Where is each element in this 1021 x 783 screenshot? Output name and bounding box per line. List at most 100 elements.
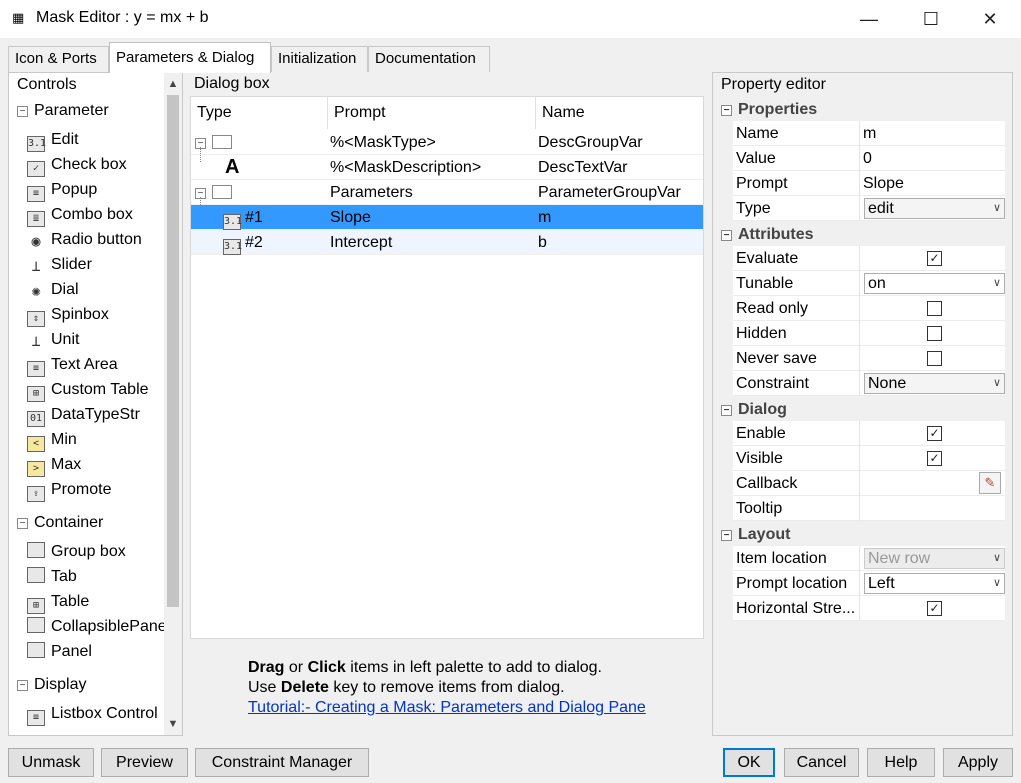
control-check-box[interactable]: ✓ Check box <box>27 154 127 177</box>
collapse-icon[interactable]: − <box>17 518 28 529</box>
table-icon: ⊞ <box>27 386 45 402</box>
listbox-icon: ≡ <box>27 710 45 726</box>
tab-initialization[interactable]: Initialization <box>271 46 368 72</box>
column-header-prompt[interactable]: Prompt <box>328 97 536 129</box>
collapse-icon[interactable]: − <box>721 105 732 116</box>
read-only-checkbox[interactable] <box>927 301 942 316</box>
prop-label: Hidden <box>736 321 860 346</box>
type-select[interactable]: edit ∨ <box>864 198 1005 219</box>
hidden-checkbox[interactable] <box>927 326 942 341</box>
item-location-select-cell: New row ∨ <box>863 546 1005 571</box>
preview-button[interactable]: Preview <box>101 748 188 777</box>
group-dialog[interactable]: − Dialog <box>721 399 787 421</box>
maximize-button[interactable]: ☐ <box>908 0 954 38</box>
collapsible-panel-icon <box>27 617 45 633</box>
group-layout[interactable]: − Layout <box>721 524 790 546</box>
control-panel[interactable]: Panel <box>27 641 92 663</box>
control-custom-table[interactable]: ⊞ Custom Table <box>27 379 149 402</box>
control-label: Slider <box>51 256 92 273</box>
scrollbar-thumb[interactable] <box>167 95 179 607</box>
close-button[interactable]: ✕ <box>967 0 1013 38</box>
control-edit[interactable]: 3.1 Edit <box>27 129 79 152</box>
control-text-area[interactable]: ≡ Text Area <box>27 354 118 377</box>
help-button[interactable]: Help <box>867 748 935 777</box>
visible-checkbox[interactable]: ✓ <box>927 451 942 466</box>
minimize-button[interactable]: — <box>846 0 892 38</box>
prompt-location-select[interactable]: Left ∨ <box>864 573 1005 594</box>
pencil-icon[interactable]: ✎ <box>979 472 1001 494</box>
tooltip-field[interactable] <box>863 496 1003 521</box>
control-slider[interactable]: ⊥ Slider <box>27 254 92 276</box>
control-promote[interactable]: ⇪ Promote <box>27 479 111 502</box>
table-row[interactable]: A %<MaskDescription> DescTextVar <box>191 155 703 180</box>
section-container[interactable]: − Container <box>17 512 103 534</box>
prop-item-location-row: Item location New row ∨ <box>733 546 1005 571</box>
control-collapsible-panel[interactable]: CollapsiblePanel <box>27 616 165 638</box>
control-popup[interactable]: ≡ Popup <box>27 179 97 202</box>
control-datatypestr[interactable]: 01 DataTypeStr <box>27 404 140 427</box>
control-spinbox[interactable]: ⇕ Spinbox <box>27 304 109 327</box>
table-row[interactable]: − %<MaskType> DescGroupVar <box>191 130 703 155</box>
controls-scrollbar[interactable]: ▲ ▼ <box>164 73 182 735</box>
control-max[interactable]: > Max <box>27 454 81 477</box>
constraint-select[interactable]: None ∨ <box>864 373 1005 394</box>
control-min[interactable]: < Min <box>27 429 77 452</box>
control-label: Unit <box>51 331 80 348</box>
control-combo-box[interactable]: ≣ Combo box <box>27 204 133 227</box>
value-field[interactable]: 0 <box>863 146 1003 171</box>
constraint-manager-button[interactable]: Constraint Manager <box>195 748 369 777</box>
tab-parameters-dialog[interactable]: Parameters & Dialog <box>109 42 271 73</box>
tunable-select-cell: on ∨ <box>863 271 1005 296</box>
scroll-down-icon[interactable]: ▼ <box>164 715 182 733</box>
table-row-selected[interactable]: 3.1 #1 Slope m <box>191 205 703 230</box>
enable-checkbox[interactable]: ✓ <box>927 426 942 441</box>
cancel-button[interactable]: Cancel <box>784 748 859 777</box>
collapse-icon[interactable]: − <box>17 106 28 117</box>
apply-button[interactable]: Apply <box>943 748 1013 777</box>
collapse-icon[interactable]: − <box>721 405 732 416</box>
group-attributes[interactable]: − Attributes <box>721 224 814 246</box>
group-properties[interactable]: − Properties <box>721 99 817 121</box>
name-cell: DescTextVar <box>538 159 628 176</box>
table-row[interactable]: 3.1 #2 Intercept b <box>191 230 703 255</box>
prop-evaluate-row: Evaluate ✓ <box>733 246 1005 271</box>
tab-documentation[interactable]: Documentation <box>368 46 490 72</box>
control-listbox[interactable]: ≡ Listbox Control <box>27 703 158 726</box>
control-group-box[interactable]: Group box <box>27 541 126 563</box>
control-label: Dial <box>51 281 79 298</box>
control-dial[interactable]: ✺ Dial <box>27 279 79 301</box>
section-parameter[interactable]: − Parameter <box>17 100 109 122</box>
callback-field[interactable]: ✎ <box>863 471 1003 496</box>
section-display[interactable]: − Display <box>17 674 86 696</box>
unmask-button[interactable]: Unmask <box>8 748 94 777</box>
collapse-icon[interactable]: − <box>721 230 732 241</box>
horizontal-stretch-checkbox[interactable]: ✓ <box>927 601 942 616</box>
section-label: Parameter <box>34 102 109 119</box>
prompt-field[interactable]: Slope <box>863 171 1003 196</box>
column-header-name[interactable]: Name <box>536 97 703 129</box>
help-text: Drag or Click items in left palette to a… <box>248 658 646 718</box>
name-field[interactable]: m <box>863 121 1003 146</box>
ok-button[interactable]: OK <box>723 748 775 777</box>
control-table[interactable]: ⊞ Table <box>27 591 89 614</box>
item-location-select: New row ∨ <box>864 548 1005 569</box>
group-label: Attributes <box>738 226 814 243</box>
help-line1: items in left palette to add to dialog. <box>345 659 602 676</box>
control-radio-button[interactable]: ◉ Radio button <box>27 229 141 251</box>
group-box-icon <box>27 542 45 558</box>
control-tab[interactable]: Tab <box>27 566 77 588</box>
tutorial-link[interactable]: Tutorial:- Creating a Mask: Parameters a… <box>248 699 646 716</box>
evaluate-checkbox[interactable]: ✓ <box>927 251 942 266</box>
tunable-select[interactable]: on ∨ <box>864 273 1005 294</box>
collapse-icon[interactable]: − <box>17 680 28 691</box>
tab-icon-ports[interactable]: Icon & Ports <box>8 46 109 72</box>
control-unit[interactable]: ⊥ Unit <box>27 329 79 351</box>
never-save-checkbox[interactable] <box>927 351 942 366</box>
prop-label: Tooltip <box>736 496 860 521</box>
scroll-up-icon[interactable]: ▲ <box>164 75 182 93</box>
prompt-cell: %<MaskDescription> <box>330 159 482 176</box>
group-label: Dialog <box>738 401 787 418</box>
collapse-icon[interactable]: − <box>721 530 732 541</box>
table-row[interactable]: − Parameters ParameterGroupVar <box>191 180 703 205</box>
column-header-type[interactable]: Type <box>191 97 328 129</box>
